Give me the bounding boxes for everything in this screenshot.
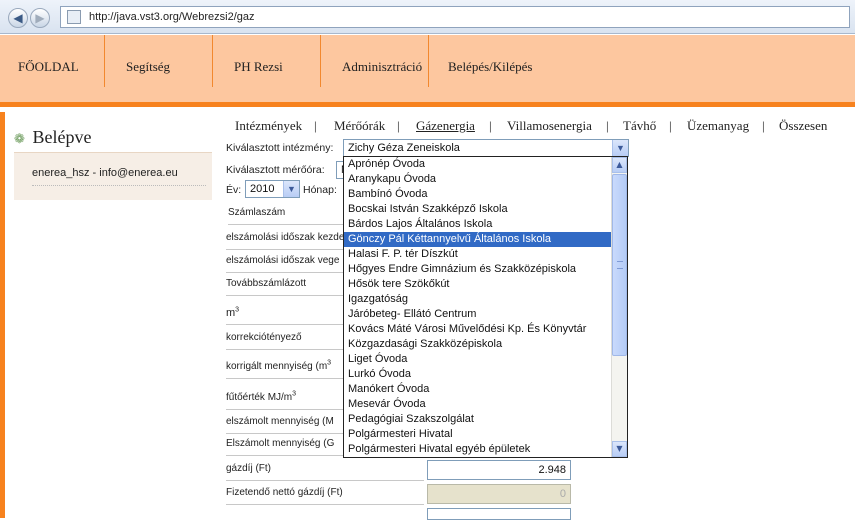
scroll-down-icon: ▼ bbox=[616, 444, 623, 453]
dropdown-option[interactable]: Polgármesteri Hivatal egyéb épületek bbox=[344, 442, 612, 457]
back-button[interactable]: ◀ bbox=[8, 8, 28, 28]
scroll-up-icon: ▲ bbox=[616, 160, 623, 169]
nav-adminisztracio[interactable]: Adminisztráció bbox=[342, 35, 422, 107]
year-select[interactable]: 2010 ▼ bbox=[245, 180, 300, 198]
net-gas-fee-input: 0 bbox=[427, 484, 571, 504]
dropdown-option[interactable]: Gönczy Pál Kéttannyelvű Általános Iskola bbox=[344, 232, 612, 247]
institution-dropdown-list[interactable]: Aprónép Óvoda Aranykapu Óvoda Bambínó Óvod… bbox=[343, 156, 628, 458]
leaf-icon: ❁ bbox=[14, 131, 25, 146]
tab-separator: | bbox=[314, 118, 317, 133]
dropdown-option[interactable]: Liget Óvoda bbox=[344, 352, 612, 367]
address-url: http://java.vst3.org/Webrezsi2/gaz bbox=[89, 11, 255, 23]
institution-value: Zichy Géza Zeneiskola bbox=[348, 142, 460, 154]
dropdown-option[interactable]: Bocskai István Szakképző Iskola bbox=[344, 202, 612, 217]
nav-belepes-kilepes[interactable]: Belépés/Kilépés bbox=[448, 35, 532, 107]
dropdown-option[interactable]: Járóbeteg- Ellátó Centrum bbox=[344, 307, 612, 322]
dropdown-option[interactable]: Bambínó Óvoda bbox=[344, 187, 612, 202]
login-status-title: ❁ Belépve bbox=[14, 127, 91, 148]
chevron-down-icon[interactable]: ▼ bbox=[612, 140, 628, 156]
forward-arrow-icon: ▶ bbox=[35, 11, 45, 25]
tab-intezmenyek[interactable]: Intézmények bbox=[235, 118, 302, 134]
meter-label: Kiválasztott mérőóra: bbox=[226, 164, 325, 176]
login-status-label: Belépve bbox=[32, 127, 92, 147]
tab-separator: | bbox=[489, 118, 492, 133]
year-label: Év: bbox=[226, 184, 242, 196]
page-icon bbox=[67, 10, 81, 24]
tab-tavho[interactable]: Távhő bbox=[623, 118, 656, 134]
user-identity: enerea_hsz - info@enerea.eu bbox=[32, 167, 178, 179]
row-net-gas-fee: Fizetendő nettó gázdíj (Ft) bbox=[226, 481, 424, 505]
browser-toolbar: ◀ ▶ http://java.vst3.org/Webrezsi2/gaz bbox=[0, 0, 855, 34]
scrollbar-thumb[interactable] bbox=[612, 174, 627, 356]
institution-label: Kiválasztott intézmény: bbox=[226, 142, 334, 154]
tab-uzemanyag[interactable]: Üzemanyag bbox=[687, 118, 749, 134]
dropdown-option[interactable]: Aranykapu Óvoda bbox=[344, 172, 612, 187]
address-bar[interactable]: http://java.vst3.org/Webrezsi2/gaz bbox=[60, 6, 850, 28]
next-value-input[interactable] bbox=[427, 508, 571, 520]
gas-fee-input[interactable]: 2.948 bbox=[427, 460, 571, 480]
dropdown-option[interactable]: Mesevár Óvoda bbox=[344, 397, 612, 412]
dropdown-option[interactable]: Bárdos Lajos Általános Iskola bbox=[344, 217, 612, 232]
dropdown-option[interactable]: Hőgyes Endre Gimnázium és Szakközépiskol… bbox=[344, 262, 612, 277]
dropdown-option[interactable]: Pedagógiai Szakszolgálat bbox=[344, 412, 612, 427]
tab-meroorak[interactable]: Mérőórák bbox=[334, 118, 385, 134]
month-label: Hónap: bbox=[303, 184, 337, 196]
nav-divider bbox=[428, 35, 429, 87]
institution-options: Aprónép Óvoda Aranykapu Óvoda Bambínó Óvod… bbox=[344, 157, 612, 457]
dropdown-option[interactable]: Lurkó Óvoda bbox=[344, 367, 612, 382]
grip-icon bbox=[617, 261, 623, 269]
user-info-box: enerea_hsz - info@enerea.eu bbox=[14, 152, 212, 200]
forward-button[interactable]: ▶ bbox=[30, 8, 50, 28]
tab-separator: | bbox=[669, 118, 672, 133]
nav-divider bbox=[104, 35, 105, 87]
dropdown-option[interactable]: Közgazdasági Szakközépiskola bbox=[344, 337, 612, 352]
chevron-down-icon[interactable]: ▼ bbox=[283, 181, 299, 197]
nav-fooldal[interactable]: FŐOLDAL bbox=[18, 35, 79, 107]
dropdown-option[interactable]: Polgármesteri Hivatal bbox=[344, 427, 612, 442]
nav-ph-rezsi[interactable]: PH Rezsi bbox=[234, 35, 283, 107]
dropdown-option[interactable]: Igazgatóság bbox=[344, 292, 612, 307]
back-arrow-icon: ◀ bbox=[13, 11, 23, 25]
nav-divider bbox=[320, 35, 321, 87]
tab-gazenergia[interactable]: Gázenergia bbox=[416, 118, 475, 134]
tab-separator: | bbox=[606, 118, 609, 133]
main-navigation: FŐOLDAL Segítség PH Rezsi Adminisztráció… bbox=[0, 35, 855, 107]
year-value: 2010 bbox=[250, 183, 275, 195]
row-gas-fee: gázdíj (Ft) bbox=[226, 457, 424, 481]
dropdown-option[interactable]: Hősök tere Szökőkút bbox=[344, 277, 612, 292]
dotted-divider bbox=[32, 185, 206, 186]
nav-segitseg[interactable]: Segítség bbox=[126, 35, 170, 107]
dropdown-option[interactable]: Kovács Máté Városi Művelődési Kp. És Kön… bbox=[344, 322, 612, 337]
dropdown-option[interactable]: Aprónép Óvoda bbox=[344, 157, 612, 172]
tab-separator: | bbox=[762, 118, 765, 133]
institution-select[interactable]: Zichy Géza Zeneiskola ▼ bbox=[343, 139, 629, 157]
tab-separator: | bbox=[397, 118, 400, 133]
tab-villamosenergia[interactable]: Villamosenergia bbox=[507, 118, 592, 134]
dropdown-scrollbar[interactable]: ▲ ▼ bbox=[611, 157, 627, 457]
tab-osszesen[interactable]: Összesen bbox=[779, 118, 827, 134]
dropdown-option[interactable]: Manókert Óvoda bbox=[344, 382, 612, 397]
scroll-down-button[interactable]: ▼ bbox=[612, 441, 627, 457]
nav-divider bbox=[212, 35, 213, 87]
left-accent-strip bbox=[0, 112, 5, 518]
scroll-up-button[interactable]: ▲ bbox=[612, 157, 627, 173]
dropdown-option[interactable]: Halasi F. P. tér Díszkút bbox=[344, 247, 612, 262]
